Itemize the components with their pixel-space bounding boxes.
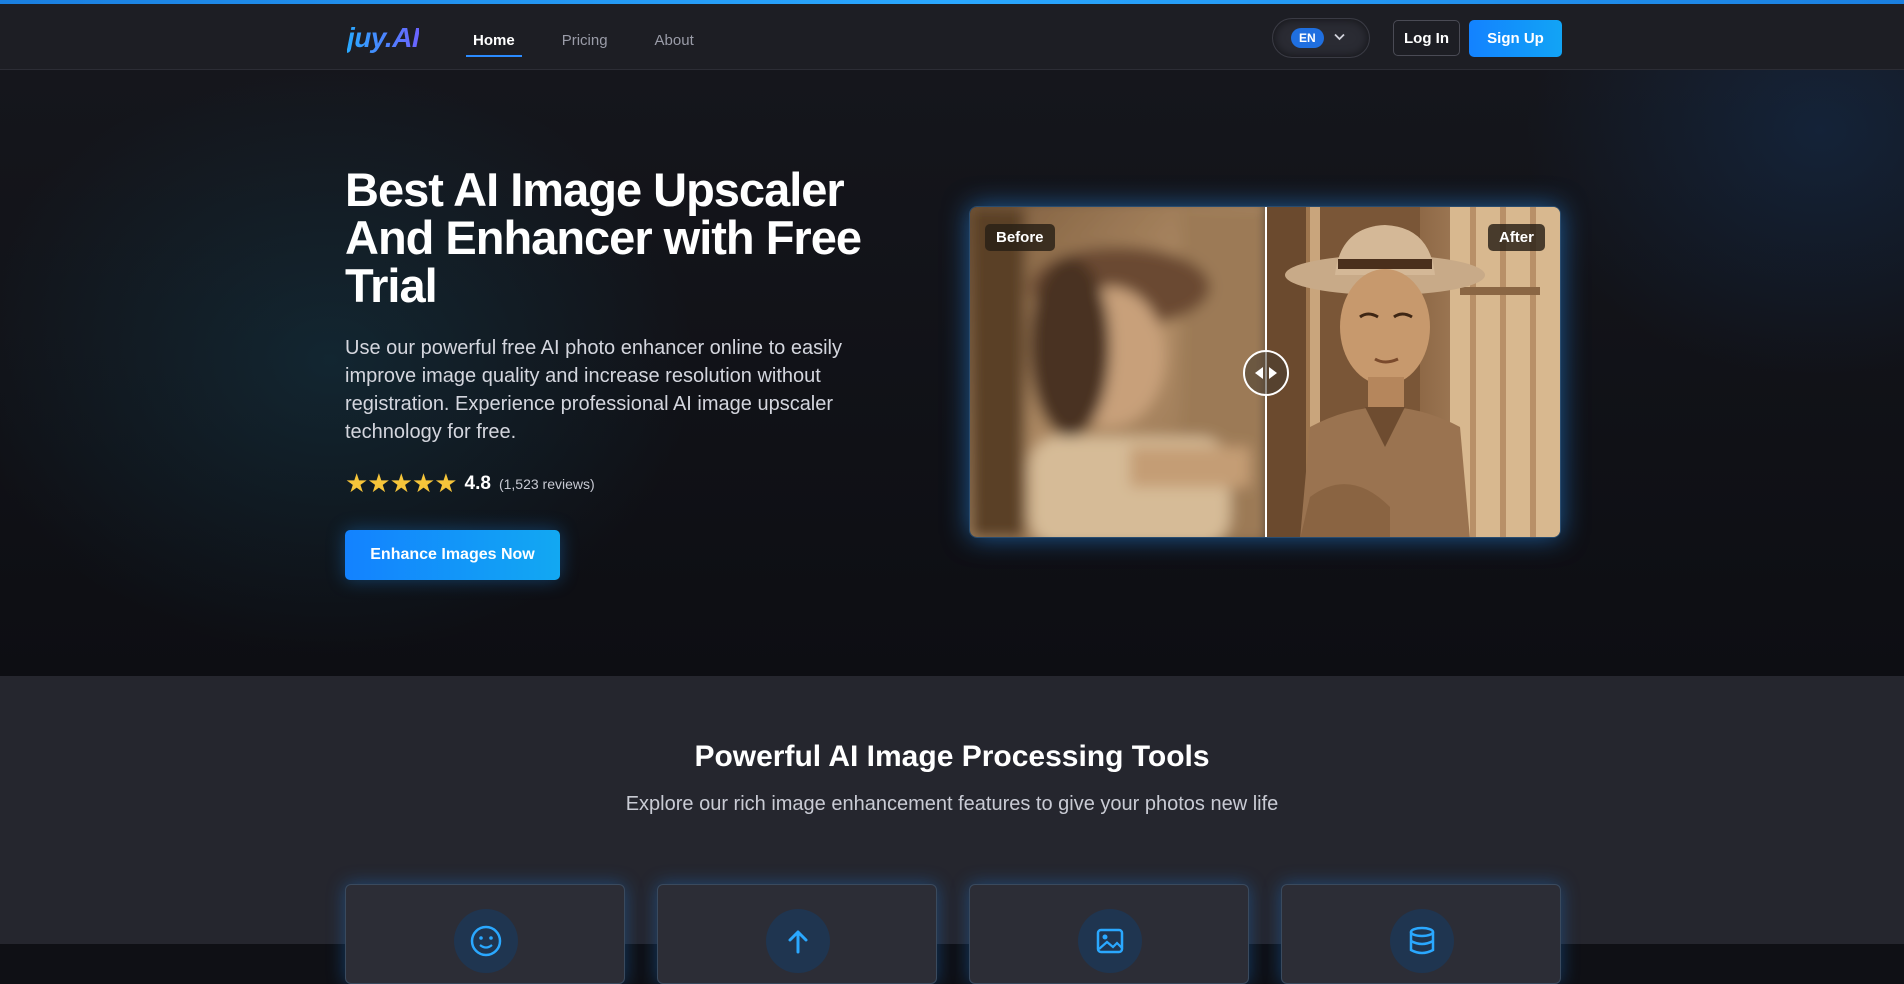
tool-card[interactable] [345, 884, 625, 984]
enhance-images-button[interactable]: Enhance Images Now [345, 530, 560, 580]
site-header: juy.AI Home Pricing About EN Log In Sign… [0, 4, 1904, 70]
slider-handle-icon[interactable] [1243, 350, 1289, 396]
tools-section: Powerful AI Image Processing Tools Explo… [0, 676, 1904, 984]
logo[interactable]: juy.AI [347, 22, 420, 54]
hero-section: Best AI Image Upscaler And Enhancer with… [0, 70, 1904, 676]
tools-subtitle: Explore our rich image enhancement featu… [625, 793, 1279, 815]
login-button[interactable]: Log In [1393, 20, 1460, 56]
tool-card[interactable] [969, 884, 1249, 984]
tools-title: Powerful AI Image Processing Tools [694, 740, 1210, 773]
upload-arrow-icon [766, 909, 830, 973]
arrow-right-icon [1269, 367, 1277, 379]
main-nav: Home Pricing About [466, 24, 734, 57]
chevron-down-icon [1334, 32, 1345, 44]
language-selector[interactable]: EN [1272, 18, 1370, 58]
star-rating-icon: ★★★★★ [345, 468, 458, 498]
nav-home[interactable]: Home [466, 24, 522, 57]
signup-button[interactable]: Sign Up [1469, 20, 1562, 57]
tool-card[interactable] [657, 884, 937, 984]
before-label: Before [985, 224, 1055, 251]
nav-about[interactable]: About [648, 24, 701, 57]
after-label: After [1487, 224, 1545, 251]
before-after-comparison[interactable]: Before After [969, 206, 1561, 538]
tool-card[interactable] [1281, 884, 1561, 984]
image-icon [1078, 909, 1142, 973]
hero-description: Use our powerful free AI photo enhancer … [345, 337, 842, 443]
face-icon [454, 909, 518, 973]
nav-pricing[interactable]: Pricing [555, 24, 615, 57]
language-code: EN [1291, 28, 1324, 48]
rating-count: (1,523 reviews) [498, 475, 595, 492]
hero-title: Best AI Image Upscaler And Enhancer with… [345, 163, 862, 312]
arrow-left-icon [1255, 367, 1263, 379]
database-icon [1390, 909, 1454, 973]
rating-value: 4.8 [464, 472, 491, 494]
rating: ★★★★★ 4.8 (1,523 reviews) [345, 468, 595, 499]
